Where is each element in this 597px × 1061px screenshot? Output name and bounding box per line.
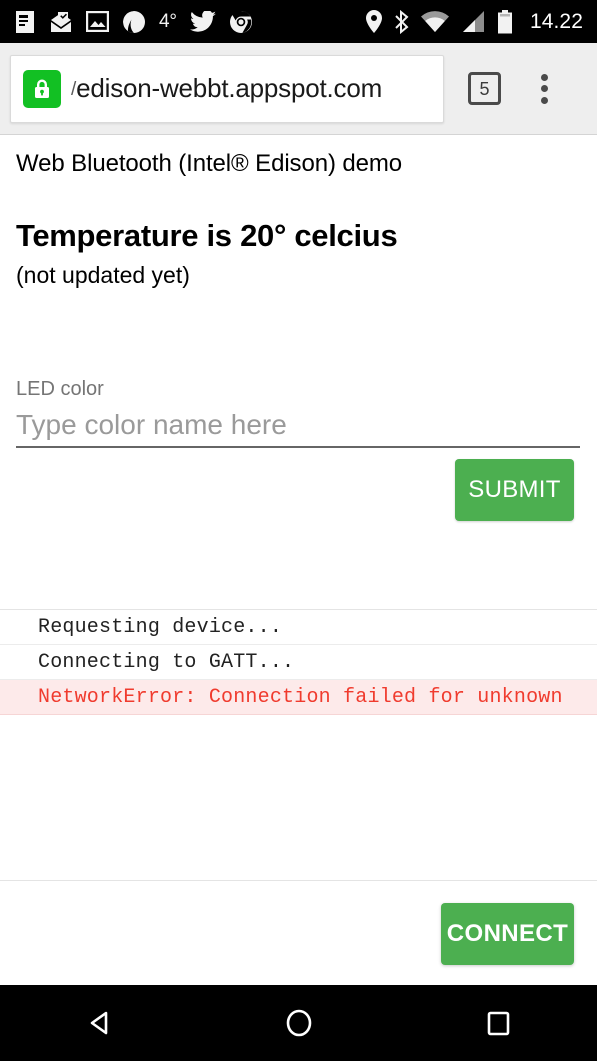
cell-signal-icon — [462, 11, 484, 32]
mail-open-check-icon — [51, 11, 71, 32]
twitter-bird-icon — [189, 10, 216, 32]
menu-dot — [540, 73, 548, 81]
connect-button[interactable]: CONNECT — [441, 903, 574, 965]
menu-dot — [540, 85, 548, 92]
log-row: Requesting device... — [0, 610, 597, 645]
status-clock: 14.22 — [529, 9, 583, 33]
status-notification-icons: 4° — [14, 10, 366, 34]
tab-count-label: 5 — [479, 78, 490, 99]
url-display[interactable]: /edison-webbt.appspot.com — [71, 73, 382, 104]
android-status-bar: 4° 14.22 — [0, 0, 597, 43]
web-page-content: Web Bluetooth (Intel® Edison) demo Tempe… — [0, 136, 597, 985]
home-circle-icon[interactable] — [254, 985, 344, 1061]
led-color-label: LED color — [16, 378, 104, 400]
temperature-heading: Temperature is 20° celcius — [16, 218, 398, 253]
overflow-menu-icon[interactable] — [529, 72, 559, 106]
led-color-input[interactable] — [16, 408, 580, 448]
news-article-icon — [16, 10, 34, 33]
bluetooth-icon — [395, 9, 409, 34]
submit-button[interactable]: SUBMIT — [455, 459, 574, 521]
address-bar[interactable]: /edison-webbt.appspot.com — [10, 54, 444, 123]
recents-square-icon[interactable] — [453, 985, 543, 1061]
log-text: NetworkError: Connection failed for unkn… — [38, 685, 563, 709]
log-row: Connecting to GATT... — [0, 645, 597, 680]
log-text: Requesting device... — [38, 615, 283, 639]
battery-icon — [497, 9, 512, 33]
log-row-error: NetworkError: Connection failed for unkn… — [0, 680, 597, 715]
mountain-logo-icon — [122, 10, 145, 33]
url-host: edison-webbt.appspot.com — [76, 73, 383, 103]
status-system-icons: 14.22 — [365, 9, 583, 34]
log-text: Connecting to GATT... — [38, 650, 295, 674]
log-list: Requesting device... Connecting to GATT.… — [0, 609, 597, 880]
chrome-browser-icon — [229, 10, 252, 33]
location-pin-icon — [365, 10, 382, 33]
tab-counter-button[interactable]: 5 — [468, 72, 501, 105]
back-triangle-icon[interactable] — [55, 985, 145, 1061]
wifi-icon — [420, 11, 449, 32]
page-footer: CONNECT — [0, 880, 597, 985]
browser-toolbar: /edison-webbt.appspot.com 5 — [0, 43, 597, 135]
photo-image-icon — [86, 11, 109, 32]
phone-screen: 4° 14.22 /edison-webbt.appspot.com 5 Web… — [0, 0, 597, 1061]
status-temperature: 4° — [159, 11, 177, 32]
android-navigation-bar — [0, 985, 597, 1061]
temperature-status: (not updated yet) — [16, 262, 190, 288]
menu-dot — [540, 96, 548, 104]
page-title: Web Bluetooth (Intel® Edison) demo — [16, 150, 403, 177]
lock-icon[interactable] — [23, 69, 61, 108]
